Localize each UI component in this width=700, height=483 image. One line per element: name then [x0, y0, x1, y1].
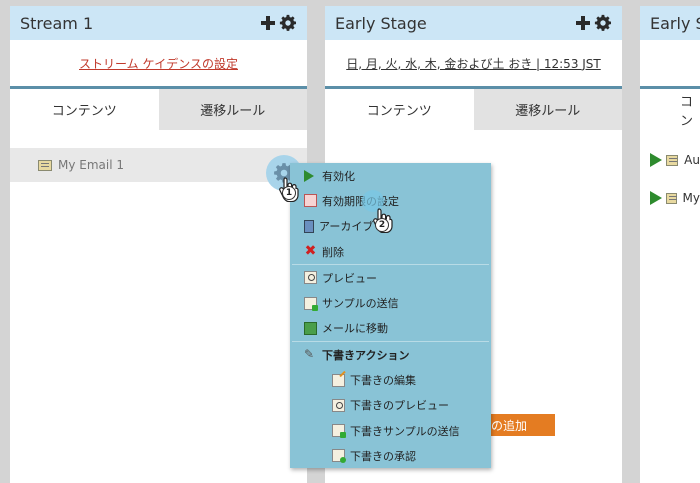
email-icon	[666, 154, 679, 166]
tab-transition-rules[interactable]: 遷移ルール	[158, 89, 307, 130]
menu-item-label: プレビュー	[322, 271, 377, 285]
stream-header: Early S	[640, 6, 700, 40]
menu-item-label: 有効化	[322, 169, 355, 183]
preview-icon	[304, 271, 317, 285]
cadence-row: ストリーム ケイデンスの設定	[10, 40, 307, 86]
stream-title: Early S	[650, 13, 700, 33]
content-item-name: My Email 1	[58, 158, 125, 172]
menu-item-preview-draft[interactable]: 下書きのプレビュー	[290, 393, 491, 418]
stream-cadence-link[interactable]: ストリーム ケイデンスの設定	[79, 55, 238, 72]
stream-cadence-link[interactable]: 日, 月, 火, 水, 木, 金および土 おき | 12:53 JST	[346, 55, 601, 72]
go-to-email-icon	[304, 321, 317, 335]
preview-draft-icon	[332, 398, 345, 412]
send-draft-sample-icon	[332, 424, 346, 439]
approve-draft-icon	[332, 449, 346, 464]
menu-item-edit-draft[interactable]: 下書きの編集	[290, 367, 491, 392]
stream-tabs: コン	[640, 86, 700, 130]
cadence-row: 日, 月, 火, 水, 木, 金および土 おき | 12:53 JST	[325, 40, 622, 86]
play-icon	[650, 153, 662, 167]
menu-item-label: アーカイブ	[319, 220, 374, 234]
step-badge-2: 2	[375, 218, 389, 232]
menu-item-label: 下書きサンプルの送信	[350, 424, 460, 438]
step-badge-1: 1	[282, 186, 296, 200]
email-icon	[666, 192, 677, 204]
email-icon	[38, 159, 52, 171]
menu-item-preview[interactable]: プレビュー	[290, 265, 491, 290]
add-icon[interactable]	[575, 15, 591, 31]
expiry-icon	[304, 194, 317, 208]
menu-item-label: メールに移動	[322, 322, 388, 336]
header-actions	[260, 14, 297, 32]
menu-item-label: 削除	[322, 245, 344, 259]
menu-item-send-sample[interactable]: サンプルの送信	[290, 290, 491, 315]
stream-column-1: Stream 1 ストリーム ケイデンスの設定 コンテンツ 遷移ルール My E…	[10, 6, 307, 483]
header-actions	[575, 14, 612, 32]
add-icon[interactable]	[260, 15, 276, 31]
menu-item-label: 下書きアクション	[322, 348, 410, 362]
stream-title: Early Stage	[335, 13, 427, 33]
tab-content[interactable]: コン	[640, 89, 700, 130]
menu-item-label: サンプルの送信	[322, 297, 399, 311]
content-item[interactable]: Au	[640, 146, 700, 174]
stream-column-3: Early S コン Au My	[640, 6, 700, 483]
content-item-name: Au	[684, 153, 700, 167]
gear-icon[interactable]	[279, 14, 297, 32]
menu-item-send-draft-sample[interactable]: 下書きサンプルの送信	[290, 418, 491, 443]
content-area: My Email 1	[10, 130, 307, 182]
tab-content[interactable]: コンテンツ	[325, 89, 474, 130]
content-item[interactable]: My Email 1	[10, 148, 307, 182]
play-icon	[304, 169, 314, 182]
menu-item-delete[interactable]: ✖ 削除	[290, 239, 491, 264]
content-item-name: My	[682, 191, 700, 205]
add-content-button[interactable]: の追加	[485, 414, 555, 436]
add-content-label: の追加	[491, 418, 528, 433]
content-list: Au My	[640, 130, 700, 212]
cadence-row	[640, 40, 700, 86]
archive-icon	[304, 219, 314, 233]
send-sample-icon	[304, 296, 318, 311]
gear-icon[interactable]	[594, 14, 612, 32]
stream-header: Early Stage	[325, 6, 622, 40]
stream-tabs: コンテンツ 遷移ルール	[10, 86, 307, 130]
stream-title: Stream 1	[20, 13, 94, 33]
content-item[interactable]: My	[640, 184, 700, 212]
tab-transition-rules[interactable]: 遷移ルール	[473, 89, 622, 130]
edit-draft-icon	[332, 373, 345, 387]
menu-item-activate[interactable]: 有効化	[290, 163, 491, 188]
stream-header: Stream 1	[10, 6, 307, 40]
stream-tabs: コンテンツ 遷移ルール	[325, 86, 622, 130]
menu-item-approve-draft[interactable]: 下書きの承認	[290, 443, 491, 468]
play-icon	[650, 191, 662, 205]
pencil-icon: ✎	[304, 347, 315, 362]
menu-item-label: 下書きの承認	[350, 449, 416, 463]
menu-item-draft-actions: ✎ 下書きアクション	[290, 342, 491, 367]
menu-item-label: 下書きのプレビュー	[350, 399, 449, 413]
tab-content[interactable]: コンテンツ	[10, 89, 159, 130]
menu-item-go-to-email[interactable]: メールに移動	[290, 316, 491, 341]
menu-item-label: 下書きの編集	[350, 374, 416, 388]
delete-icon: ✖	[304, 243, 317, 260]
